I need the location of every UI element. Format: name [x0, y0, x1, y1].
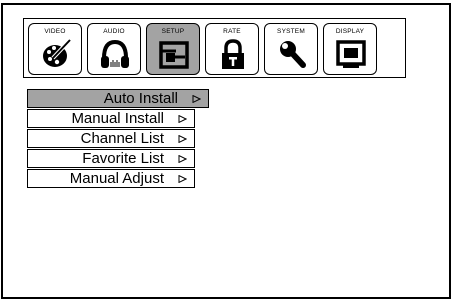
tab-audio-label: AUDIO	[103, 28, 125, 35]
menu-item-label: Manual Install	[71, 110, 164, 127]
menu-item-label: Favorite List	[82, 150, 164, 167]
headphones-icon	[101, 39, 129, 68]
padlock-icon	[222, 39, 244, 69]
menu-item-favorite-list[interactable]: Favorite List	[27, 149, 195, 168]
tab-setup[interactable]: SETUP	[146, 23, 200, 75]
wrench-icon	[280, 41, 306, 68]
setup-menu-screen: VIDEO AUDIO SETUP RATE SYSTEM DISPLAY Au…	[1, 3, 451, 299]
setup-input-icon	[159, 41, 189, 69]
tab-rate-label: RATE	[223, 28, 241, 35]
tab-rate[interactable]: RATE	[205, 23, 259, 75]
category-tab-bar: VIDEO AUDIO SETUP RATE SYSTEM DISPLAY	[23, 18, 406, 78]
tab-system-label: SYSTEM	[277, 28, 305, 35]
tab-setup-label: SETUP	[161, 28, 185, 35]
chevron-right-icon	[178, 135, 187, 143]
tab-audio[interactable]: AUDIO	[87, 23, 141, 75]
chevron-right-icon	[192, 95, 201, 103]
menu-item-manual-adjust[interactable]: Manual Adjust	[27, 169, 195, 188]
chevron-right-icon	[178, 175, 187, 183]
menu-item-channel-list[interactable]: Channel List	[27, 129, 195, 148]
tab-video-label: VIDEO	[44, 28, 66, 35]
video-palette-icon	[43, 38, 72, 67]
menu-item-auto-install[interactable]: Auto Install	[27, 89, 209, 108]
menu-item-manual-install[interactable]: Manual Install	[27, 109, 195, 128]
menu-item-label: Channel List	[80, 130, 164, 147]
chevron-right-icon	[178, 155, 187, 163]
tab-display-label: DISPLAY	[335, 28, 365, 35]
tab-display[interactable]: DISPLAY	[323, 23, 377, 75]
tab-system[interactable]: SYSTEM	[264, 23, 318, 75]
menu-item-label: Auto Install	[103, 90, 178, 107]
menu-item-label: Manual Adjust	[69, 170, 164, 187]
monitor-icon	[336, 40, 366, 68]
chevron-right-icon	[178, 115, 187, 123]
tab-video[interactable]: VIDEO	[28, 23, 82, 75]
